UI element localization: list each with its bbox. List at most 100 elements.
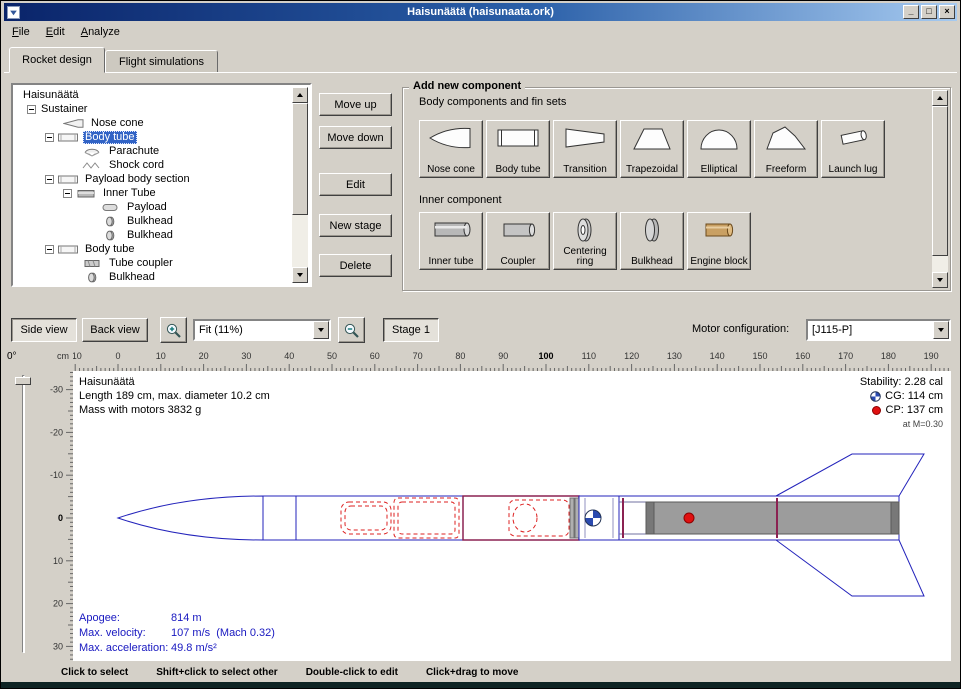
body-tube-icon: [57, 244, 79, 255]
inner-tube-icon: [428, 216, 474, 244]
scroll-down-icon[interactable]: [932, 272, 948, 288]
svg-text:120: 120: [624, 351, 639, 361]
tree-item-body-tube[interactable]: Body tube: [15, 130, 292, 144]
max-acceleration-label: Max. acceleration:: [79, 641, 171, 656]
max-velocity-value: 107 m/s (Mach 0.32): [171, 626, 275, 641]
scroll-up-icon[interactable]: [932, 90, 948, 106]
stability-info: Stability: 2.28 cal CG: 114 cm CP: 137 c…: [860, 375, 943, 431]
add-freeform-fin-button[interactable]: Freeform: [754, 120, 818, 178]
svg-text:30: 30: [53, 641, 63, 651]
body-tube-icon: [495, 124, 541, 152]
ruler-unit-label: cm: [53, 349, 73, 371]
add-centering-ring-button[interactable]: Centering ring: [553, 212, 617, 270]
rotation-slider[interactable]: [22, 375, 25, 653]
scroll-up-icon[interactable]: [292, 87, 308, 103]
component-tree: Haisunäätä Sustainer Nose cone Body tube…: [11, 83, 312, 287]
tree-item-inner-tube[interactable]: Inner Tube: [15, 186, 292, 200]
tree-item-bulkhead[interactable]: Bulkhead: [15, 214, 292, 228]
close-icon[interactable]: ×: [939, 5, 955, 19]
tree-item-payload[interactable]: Payload: [15, 200, 292, 214]
add-elliptical-fin-button[interactable]: Elliptical: [687, 120, 751, 178]
add-nose-cone-button[interactable]: Nose cone: [419, 120, 483, 178]
add-inner-tube-button[interactable]: Inner tube: [419, 212, 483, 270]
app-icon: [7, 6, 20, 19]
titlebar[interactable]: Haisunäätä (haisunaata.ork) _ □ ×: [4, 3, 957, 21]
add-component-panel: Add new component Body components and fi…: [402, 87, 951, 291]
zoom-select[interactable]: Fit (11%): [193, 319, 331, 341]
tree-scrollbar[interactable]: [292, 87, 308, 283]
svg-text:50: 50: [327, 351, 337, 361]
tree-item-rocket[interactable]: Haisunäätä: [15, 88, 292, 102]
svg-text:10: 10: [53, 556, 63, 566]
collapse-icon[interactable]: [45, 245, 54, 254]
zoom-out-button[interactable]: [338, 317, 365, 343]
move-up-button[interactable]: Move up: [319, 93, 392, 116]
move-down-button[interactable]: Move down: [319, 126, 392, 149]
back-view-button[interactable]: Back view: [82, 318, 148, 342]
transition-icon: [562, 124, 608, 152]
svg-text:20: 20: [53, 599, 63, 609]
new-stage-button[interactable]: New stage: [319, 214, 392, 237]
svg-text:150: 150: [752, 351, 767, 361]
collapse-icon[interactable]: [27, 105, 36, 114]
tree-item-shock-cord[interactable]: Shock cord: [15, 158, 292, 172]
side-view-button[interactable]: Side view: [11, 318, 77, 342]
add-component-title: Add new component: [409, 80, 525, 92]
add-component-scrollbar[interactable]: [932, 90, 948, 288]
maximize-icon[interactable]: □: [921, 5, 937, 19]
collapse-icon[interactable]: [45, 133, 54, 142]
tree-item-bulkhead-3[interactable]: Bulkhead: [15, 270, 292, 284]
collapse-icon[interactable]: [45, 175, 54, 184]
rocket-mass: Mass with motors 3832 g: [79, 403, 270, 417]
chevron-down-icon[interactable]: [933, 321, 949, 339]
flight-info: Apogee:814 m Max. velocity:107 m/s (Mach…: [79, 611, 275, 656]
bulkhead-icon: [99, 230, 121, 241]
svg-text:30: 30: [241, 351, 251, 361]
chevron-down-icon[interactable]: [313, 321, 329, 339]
edit-button[interactable]: Edit: [319, 173, 392, 196]
scrollbar-thumb[interactable]: [292, 103, 308, 215]
rocket-canvas[interactable]: Haisunäätä Length 189 cm, max. diameter …: [73, 371, 951, 661]
menubar: File Edit Analyze: [4, 21, 957, 42]
tree-item-parachute[interactable]: Parachute: [15, 144, 292, 158]
freeform-fin-icon: [763, 124, 809, 152]
svg-text:10: 10: [156, 351, 166, 361]
add-engine-block-button[interactable]: Engine block: [687, 212, 751, 270]
tree-item-nose-cone[interactable]: Nose cone: [15, 116, 292, 130]
scroll-down-icon[interactable]: [292, 267, 308, 283]
tab-rocket-design[interactable]: Rocket design: [9, 47, 105, 73]
zoom-in-button[interactable]: [160, 317, 187, 343]
menu-file[interactable]: File: [4, 23, 38, 41]
inner-component-label: Inner component: [419, 194, 502, 206]
menu-analyze[interactable]: Analyze: [73, 23, 128, 41]
vertical-ruler: -30-20-100102030: [37, 371, 73, 661]
add-launch-lug-button[interactable]: Launch lug: [821, 120, 885, 178]
body-tube-icon: [57, 132, 79, 143]
tree-item-tube-coupler[interactable]: Tube coupler: [15, 256, 292, 270]
tree-item-body-tube-2[interactable]: Body tube: [15, 242, 292, 256]
svg-text:-20: -20: [50, 427, 63, 437]
stage-1-button[interactable]: Stage 1: [383, 318, 439, 342]
add-transition-button[interactable]: Transition: [553, 120, 617, 178]
tree-item-bulkhead-2[interactable]: Bulkhead: [15, 228, 292, 242]
add-bulkhead-button[interactable]: Bulkhead: [620, 212, 684, 270]
rotation-slider-thumb[interactable]: [15, 377, 31, 385]
add-body-tube-button[interactable]: Body tube: [486, 120, 550, 178]
hint-shift-click: Shift+click to select other: [156, 667, 277, 678]
tab-flight-simulations[interactable]: Flight simulations: [105, 50, 218, 73]
add-trapezoidal-fin-button[interactable]: Trapezoidal: [620, 120, 684, 178]
add-coupler-button[interactable]: Coupler: [486, 212, 550, 270]
menu-edit[interactable]: Edit: [38, 23, 73, 41]
svg-text:190: 190: [924, 351, 939, 361]
motor-configuration-select[interactable]: [J115-P]: [806, 319, 951, 341]
cg-marker: [585, 510, 601, 526]
scrollbar-thumb[interactable]: [932, 106, 948, 256]
window-title: Haisunäätä (haisunaata.ork): [4, 6, 957, 18]
tree-item-sustainer[interactable]: Sustainer: [15, 102, 292, 116]
delete-button[interactable]: Delete: [319, 254, 392, 277]
tree-item-payload-body-section[interactable]: Payload body section: [15, 172, 292, 186]
horizontal-ruler: -100102030405060708090100110120130140150…: [73, 349, 951, 371]
minimize-icon[interactable]: _: [903, 5, 919, 19]
body-tube-icon: [57, 174, 79, 185]
collapse-icon[interactable]: [63, 189, 72, 198]
